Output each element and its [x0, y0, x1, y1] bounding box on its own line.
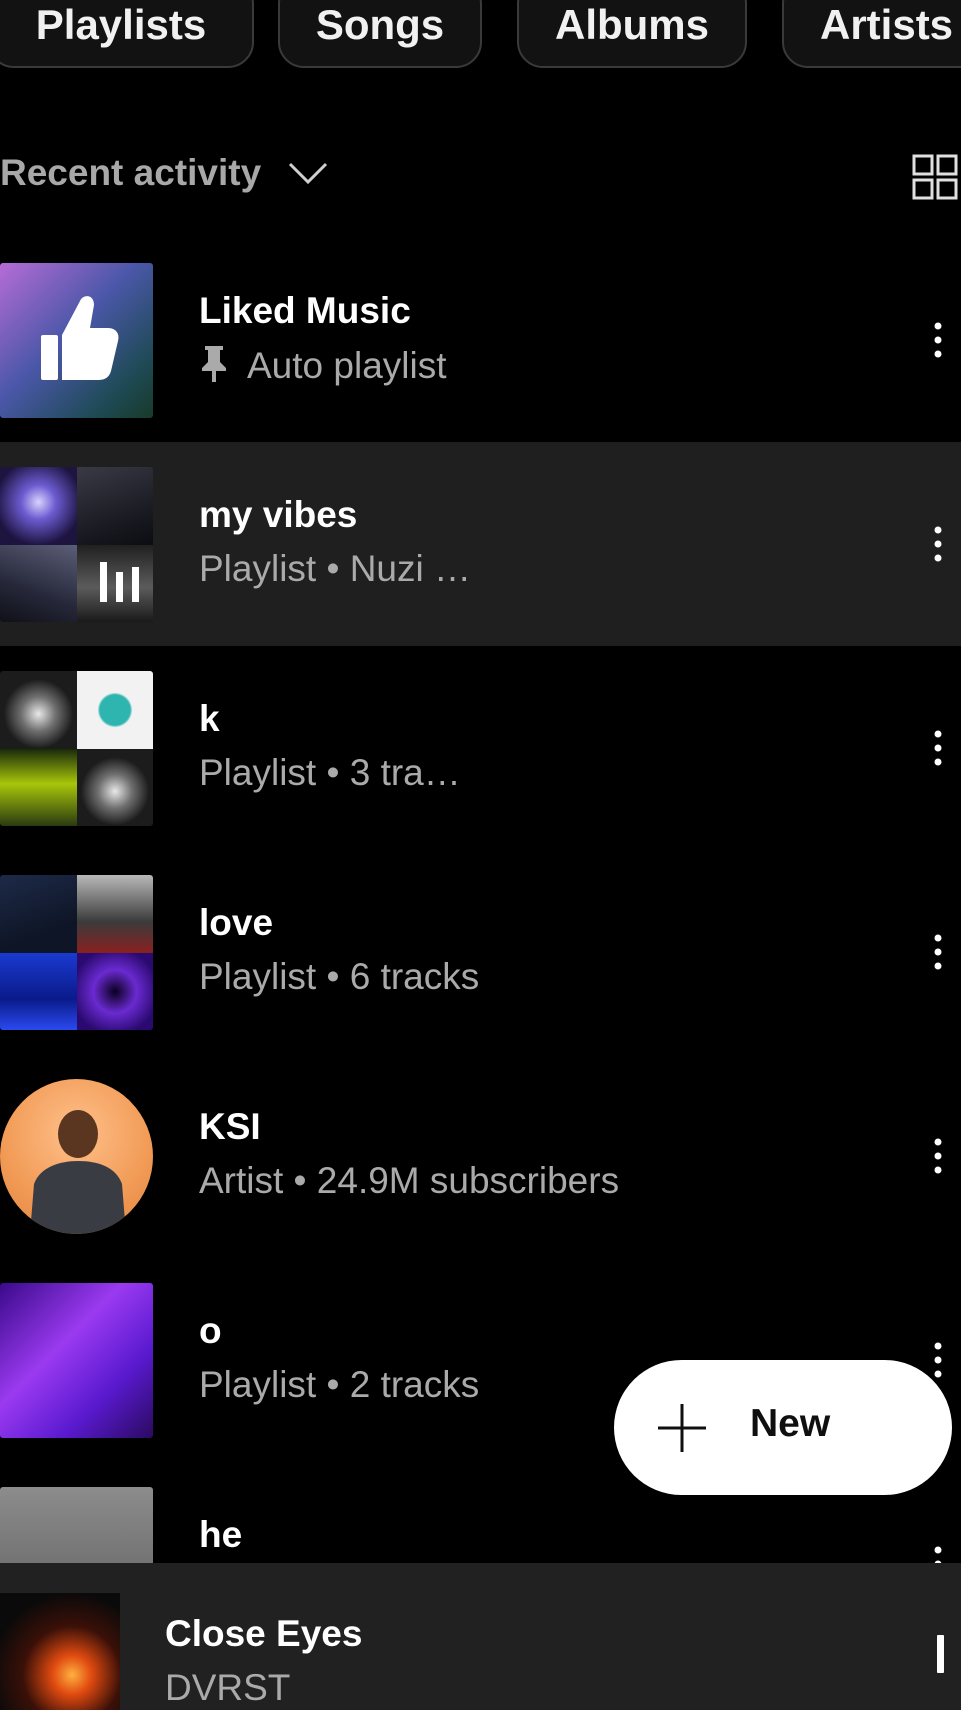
chevron-down-icon[interactable] — [286, 158, 330, 188]
item-title: k — [199, 698, 220, 739]
sort-dropdown-label[interactable]: Recent activity — [0, 152, 261, 194]
more-options-icon[interactable] — [928, 932, 948, 972]
more-options-icon[interactable] — [928, 1340, 948, 1380]
liked-music-thumbnail — [0, 263, 153, 418]
plus-icon — [658, 1404, 706, 1452]
list-item-k[interactable]: k Playlist • 3 tra… — [0, 646, 961, 850]
list-item-my-vibes[interactable]: my vibes Playlist • Nuzi … — [0, 442, 961, 646]
more-options-icon[interactable] — [928, 320, 948, 360]
artist-silhouette — [30, 1110, 126, 1234]
my-vibes-thumbnail — [0, 467, 153, 622]
more-options-icon[interactable] — [928, 1544, 948, 1564]
section-header: Recent activity — [0, 140, 961, 210]
more-options-icon[interactable] — [928, 1136, 948, 1176]
item-title: KSI — [199, 1106, 261, 1147]
chip-songs[interactable]: Songs — [278, 0, 482, 68]
chip-albums[interactable]: Albums — [517, 0, 747, 68]
item-title: Liked Music — [199, 290, 411, 331]
item-subtitle: Playlist • Nuzi … — [199, 548, 472, 589]
new-button[interactable]: New — [614, 1360, 952, 1495]
chip-artists[interactable]: Artists — [782, 0, 961, 68]
list-item-ksi[interactable]: KSI Artist • 24.9M subscribers — [0, 1054, 961, 1258]
more-options-icon[interactable] — [928, 728, 948, 768]
k-thumbnail — [0, 671, 153, 826]
list-item-love[interactable]: love Playlist • 6 tracks — [0, 850, 961, 1054]
thumbs-up-icon — [41, 296, 119, 380]
item-subtitle: Playlist • 3 tra… — [199, 752, 461, 793]
pin-icon — [202, 346, 226, 382]
artist-avatar — [0, 1079, 153, 1234]
pause-icon[interactable] — [937, 1635, 944, 1673]
more-options-icon[interactable] — [928, 524, 948, 564]
he-thumbnail — [0, 1487, 153, 1564]
library-screen: Playlists Songs Albums Artists Recent ac… — [0, 0, 961, 1710]
new-button-label: New — [750, 1402, 831, 1445]
mini-player[interactable]: Close Eyes DVRST — [0, 1563, 961, 1710]
list-item-liked-music[interactable]: Liked Music Auto playlist — [0, 238, 961, 442]
item-title: he — [199, 1514, 243, 1555]
item-title: o — [199, 1310, 222, 1351]
love-thumbnail — [0, 875, 153, 1030]
filter-chips: Playlists Songs Albums Artists — [0, 0, 961, 70]
item-subtitle: Auto playlist — [199, 344, 447, 387]
item-subtitle: Playlist • 6 tracks — [199, 956, 480, 997]
item-title: love — [199, 902, 274, 943]
now-playing-artist: DVRST — [165, 1667, 291, 1708]
o-thumbnail — [0, 1283, 153, 1438]
item-subtitle: Playlist • 2 tracks — [199, 1364, 480, 1405]
now-playing-title: Close Eyes — [165, 1613, 363, 1654]
chip-playlists[interactable]: Playlists — [0, 0, 254, 68]
item-subtitle: Artist • 24.9M subscribers — [199, 1160, 620, 1201]
grid-view-icon[interactable] — [912, 154, 958, 200]
now-playing-artwork — [0, 1593, 120, 1710]
item-title: my vibes — [199, 494, 358, 535]
equalizer-icon — [100, 562, 139, 602]
